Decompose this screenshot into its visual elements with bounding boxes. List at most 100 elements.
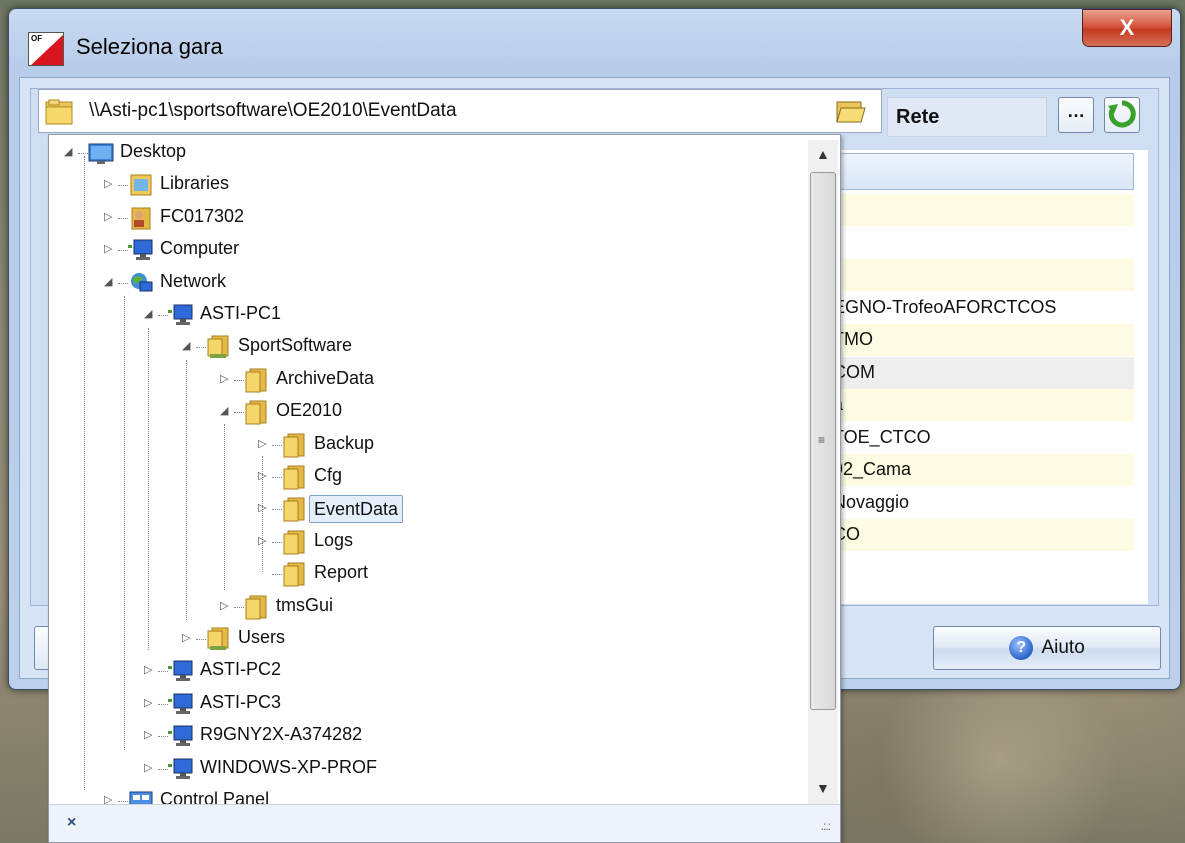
tree-item[interactable]: ▷ EventData [258, 494, 638, 524]
race-list-row[interactable]: TOE_CTCO [830, 421, 1134, 454]
tree-item[interactable]: Report [258, 559, 638, 589]
race-list-row[interactable]: a [830, 389, 1134, 421]
scroll-up-arrow[interactable]: ▲ [816, 146, 830, 162]
refresh-button[interactable] [1104, 97, 1140, 133]
help-icon: ? [1009, 635, 1034, 660]
folder-icon [282, 432, 308, 458]
tree-item[interactable]: ▷ Libraries [104, 170, 484, 200]
race-list-row[interactable]: COM [830, 356, 1134, 389]
collapsed-arrow-icon[interactable]: ▷ [258, 437, 270, 451]
tree-item-label: tmsGui [276, 594, 334, 615]
folder-icon [244, 399, 270, 425]
collapsed-arrow-icon[interactable]: ▷ [182, 631, 194, 645]
resize-grip-icon[interactable]: .:.: [821, 819, 831, 833]
race-list-row[interactable] [830, 259, 1134, 291]
tree-item[interactable]: ▷ R9GNY2X-A374282 [144, 721, 524, 751]
collapsed-arrow-icon[interactable]: ▷ [104, 177, 116, 191]
collapsed-arrow-icon[interactable]: ▷ [144, 728, 156, 742]
tree-item[interactable]: ▷ Cfg [258, 462, 638, 492]
browse-button[interactable]: … [1058, 97, 1094, 133]
tree-scrollbar[interactable]: ▲ ≡ ▼ [808, 140, 838, 804]
computer-icon [168, 691, 194, 717]
desktop-icon [88, 140, 114, 166]
tree-item[interactable]: ◢ Desktop [64, 138, 444, 168]
collapsed-arrow-icon[interactable]: ▷ [220, 599, 232, 613]
tree-item-label: ArchiveData [276, 367, 375, 388]
tree-connector-line [186, 360, 187, 620]
race-list-row[interactable]: 92_Cama [830, 454, 1134, 486]
computer-icon [168, 723, 194, 749]
computer-icon [168, 756, 194, 782]
tree-item[interactable]: ◢ OE2010 [220, 397, 600, 427]
tree-branch-line [158, 703, 168, 705]
collapsed-arrow-icon[interactable]: ▷ [144, 696, 156, 710]
race-list-row[interactable]: EGNO-TrofeoAFORCTCOS [830, 291, 1134, 324]
expanded-arrow-icon[interactable]: ◢ [144, 307, 156, 321]
tree-item[interactable]: ▷ tmsGui [220, 592, 600, 622]
race-list-header[interactable] [830, 153, 1134, 190]
scroll-down-arrow[interactable]: ▼ [816, 780, 830, 796]
location-field: Rete [887, 97, 1047, 137]
path-value: \\Asti-pc1\sportsoftware\OE2010\EventDat… [89, 100, 457, 121]
tree-item[interactable]: ◢ Network [104, 268, 484, 298]
collapsed-arrow-icon[interactable]: ▷ [258, 469, 270, 483]
tree-item[interactable]: ▷ Computer [104, 235, 484, 265]
shared-folder-icon [206, 626, 232, 652]
tree-item-label: Network [160, 270, 227, 291]
expanded-arrow-icon[interactable]: ◢ [220, 404, 232, 418]
race-list-row[interactable]: CO [830, 519, 1134, 551]
tree-item-label: Cfg [314, 465, 343, 485]
tree-item[interactable]: ▷ WINDOWS-XP-PROF [144, 754, 524, 784]
tree-item[interactable]: ◢ SportSoftware [182, 332, 562, 362]
scroll-thumb[interactable]: ≡ [810, 172, 836, 710]
race-list-row[interactable]: TMO [830, 324, 1134, 356]
close-button[interactable]: X [1082, 9, 1172, 47]
tree-connector-line [224, 424, 225, 590]
tree-branch-line [118, 250, 128, 252]
open-folder-icon[interactable] [835, 98, 867, 124]
tree-item[interactable]: ▷ ArchiveData [220, 365, 600, 395]
tree-item-label: Logs [314, 529, 354, 550]
collapsed-arrow-icon[interactable]: ▷ [104, 242, 116, 256]
collapsed-arrow-icon[interactable]: ▷ [258, 501, 270, 515]
app-logo-icon: OF [28, 32, 64, 66]
tree-item[interactable]: ▷ ASTI-PC2 [144, 656, 524, 686]
path-combobox[interactable]: \\Asti-pc1\sportsoftware\OE2010\EventDat… [38, 89, 882, 133]
tree-branch-line [118, 185, 128, 187]
computer-icon [168, 658, 194, 684]
race-list-row[interactable] [830, 226, 1134, 259]
tree-item[interactable]: ▷ ASTI-PC3 [144, 689, 524, 719]
collapsed-arrow-icon[interactable]: ▷ [220, 372, 232, 386]
tree-branch-line [272, 509, 282, 511]
expanded-arrow-icon[interactable]: ◢ [182, 339, 194, 353]
shared-folder-icon [206, 334, 232, 360]
tree-branch-line [272, 574, 282, 576]
collapsed-arrow-icon[interactable]: ▷ [144, 761, 156, 775]
tree-item[interactable]: ▷ Logs [258, 527, 638, 557]
collapsed-arrow-icon[interactable]: ▷ [104, 210, 116, 224]
tree-item[interactable]: ▷ FC017302 [104, 203, 484, 233]
expanded-arrow-icon[interactable]: ◢ [64, 145, 76, 159]
tree-branch-line [118, 801, 128, 802]
folder-icon [282, 496, 308, 522]
race-list-row[interactable]: Novaggio [830, 486, 1134, 519]
expanded-arrow-icon[interactable]: ◢ [104, 275, 116, 289]
tree-item-label: ASTI-PC3 [200, 691, 282, 712]
clear-close-icon[interactable]: × [67, 814, 76, 832]
tree-branch-line [196, 347, 206, 349]
computer-icon [128, 237, 154, 263]
libraries-icon [128, 172, 154, 198]
tree-item[interactable]: ▷ Users [182, 624, 562, 654]
tree-connector-line [148, 328, 149, 650]
dropdown-footer: × .:.: [49, 804, 840, 842]
tree-item[interactable]: ◢ ASTI-PC1 [144, 300, 524, 330]
help-button[interactable]: ? Aiuto [933, 626, 1161, 670]
tree-branch-line [196, 639, 206, 640]
tree-item-label: R9GNY2X-A374282 [200, 724, 363, 745]
refresh-icon [1108, 100, 1136, 128]
race-list-row[interactable] [830, 194, 1134, 226]
title-bar[interactable]: OF Seleziona gara X [9, 9, 1180, 71]
collapsed-arrow-icon[interactable]: ▷ [144, 663, 156, 677]
collapsed-arrow-icon[interactable]: ▷ [258, 534, 270, 548]
tree-item[interactable]: ▷ Backup [258, 430, 638, 460]
